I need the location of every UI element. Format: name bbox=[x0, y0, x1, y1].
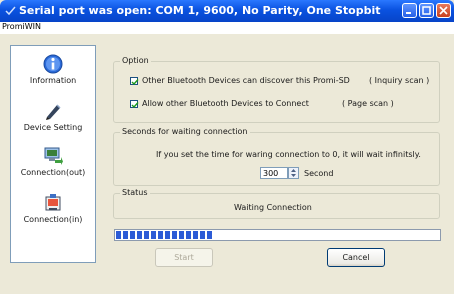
app-icon bbox=[5, 6, 16, 16]
checkmark-icon bbox=[131, 79, 139, 86]
connection-out-icon bbox=[44, 147, 63, 165]
sidebar-item-information[interactable]: Information bbox=[11, 54, 95, 98]
seconds-stepper[interactable] bbox=[288, 167, 299, 179]
allow-connect-hint: ( Page scan ) bbox=[342, 99, 394, 108]
discover-hint: ( Inquiry scan ) bbox=[369, 76, 430, 85]
seconds-input[interactable] bbox=[260, 167, 288, 179]
title-bar[interactable]: Serial port was open: COM 1, 9600, No Pa… bbox=[0, 0, 454, 22]
arrow-down-icon[interactable] bbox=[289, 173, 298, 178]
pen-icon bbox=[46, 104, 61, 120]
discover-checkbox[interactable] bbox=[130, 77, 139, 86]
waiting-group-label: Seconds for waiting connection bbox=[120, 127, 250, 136]
sidebar-item-device-setting[interactable]: Device Setting bbox=[11, 101, 95, 145]
start-button[interactable]: Start bbox=[155, 248, 213, 267]
allow-connect-checkbox[interactable] bbox=[130, 100, 139, 109]
connection-in-icon bbox=[45, 194, 61, 211]
minimize-button[interactable] bbox=[402, 3, 417, 18]
waiting-note: If you set the time for waring connectio… bbox=[156, 150, 421, 159]
minimize-icon bbox=[406, 12, 411, 14]
close-icon bbox=[439, 6, 448, 15]
status-text: Waiting Connection bbox=[234, 203, 312, 212]
checkmark-icon bbox=[131, 102, 139, 109]
sidebar-item-label: Connection(in) bbox=[23, 215, 83, 224]
info-icon bbox=[43, 54, 63, 74]
seconds-unit: Second bbox=[304, 169, 334, 178]
sidebar-item-label: Device Setting bbox=[23, 123, 83, 132]
progress-bar bbox=[114, 229, 441, 241]
sidebar: Information Device Setting Connection(ou… bbox=[10, 45, 96, 263]
option-group-label: Option bbox=[120, 56, 151, 65]
menu-app-label[interactable]: PromiWIN bbox=[2, 22, 41, 31]
cancel-button[interactable]: Cancel bbox=[327, 248, 385, 267]
sidebar-item-connection-out[interactable]: Connection(out) bbox=[11, 146, 95, 190]
sidebar-item-connection-in[interactable]: Connection(in) bbox=[11, 193, 95, 237]
sidebar-item-label: Connection(out) bbox=[20, 168, 86, 177]
sidebar-item-label: Information bbox=[29, 76, 77, 85]
allow-connect-label: Allow other Bluetooth Devices to Connect bbox=[142, 99, 309, 108]
maximize-icon bbox=[422, 6, 431, 15]
option-group: Option bbox=[113, 56, 440, 123]
discover-label: Other Bluetooth Devices can discover thi… bbox=[142, 76, 350, 85]
progress-fill bbox=[116, 231, 213, 239]
close-button[interactable] bbox=[436, 3, 451, 18]
main-window: Serial port was open: COM 1, 9600, No Pa… bbox=[0, 0, 454, 294]
menu-bar: PromiWIN bbox=[0, 22, 454, 34]
maximize-button[interactable] bbox=[419, 3, 434, 18]
status-group-label: Status bbox=[120, 188, 150, 197]
window-title: Serial port was open: COM 1, 9600, No Pa… bbox=[19, 4, 381, 17]
